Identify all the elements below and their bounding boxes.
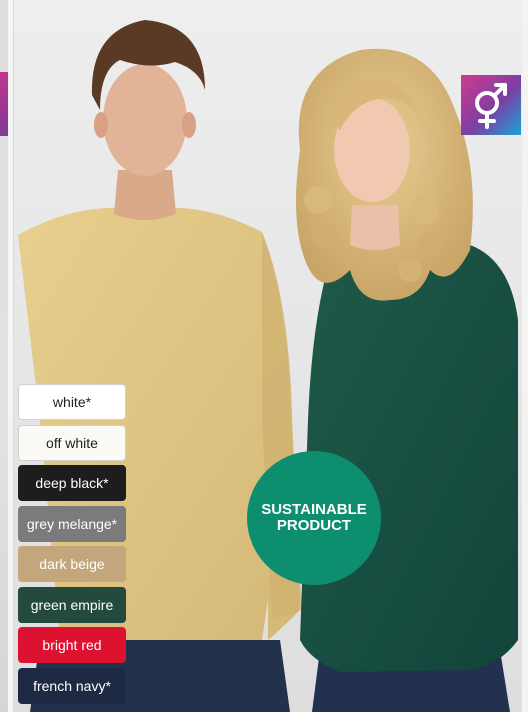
color-swatch[interactable]: deep black*	[18, 465, 126, 501]
color-swatch-label: bright red	[42, 637, 102, 653]
color-swatch-label: off white	[46, 434, 98, 451]
color-swatch-label: green empire	[30, 596, 114, 613]
color-swatch[interactable]: green empire	[18, 586, 126, 623]
color-swatch[interactable]: white*	[18, 384, 126, 420]
sustainable-product-badge: SUSTAINABLE PRODUCT	[247, 451, 381, 585]
badge-line-2: PRODUCT	[276, 517, 352, 534]
color-swatch-label: dark beige	[39, 556, 105, 572]
page-divider	[8, 0, 14, 712]
color-swatch[interactable]: bright red	[18, 627, 126, 663]
color-swatch-label: white*	[52, 394, 92, 410]
color-swatch-label: deep black*	[35, 475, 109, 491]
color-swatch[interactable]: off white	[18, 424, 126, 461]
color-swatch-list: white* off white deep black* grey melang…	[18, 384, 128, 708]
color-swatch-label: grey melange*	[26, 515, 118, 532]
badge-line-1: SUSTAINABLE	[261, 501, 367, 518]
color-swatch[interactable]: french navy*	[18, 667, 126, 704]
color-swatch-label: french navy*	[33, 677, 111, 694]
unisex-gender-badge	[461, 75, 521, 135]
page-right-edge	[522, 0, 528, 712]
color-swatch[interactable]: grey melange*	[18, 505, 126, 542]
color-swatch[interactable]: dark beige	[18, 546, 126, 582]
unisex-gender-icon	[475, 83, 507, 129]
face-left	[103, 64, 187, 176]
adjacent-gender-tab	[0, 72, 8, 136]
